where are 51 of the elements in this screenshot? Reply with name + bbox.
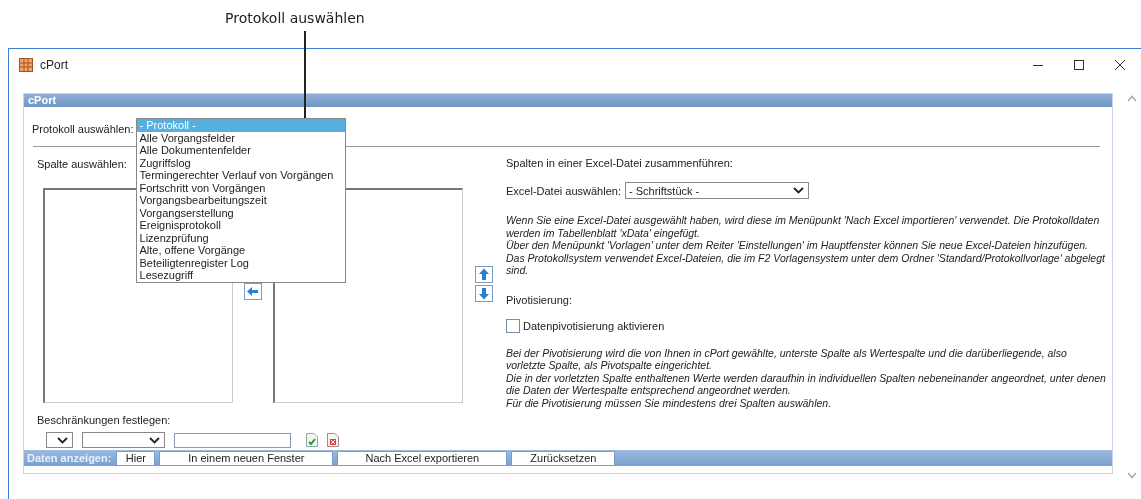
excel-file-select[interactable]: - Schriftstück - <box>624 182 809 199</box>
dropdown-option[interactable]: Zugriffslog <box>136 156 345 169</box>
panel-header: cPort <box>24 94 1112 107</box>
excel-file-label: Excel-Datei auswählen: <box>506 184 621 197</box>
scroll-down-icon[interactable] <box>1127 472 1137 479</box>
input-field[interactable] <box>174 432 291 448</box>
help-text: Die in der vorletzten Spalte enthaltenen Werte werden daraufhin in individuellen Spalten nebeneinander angeordnet, unter denen die Daten der Wertespalte entsprechend angeordnet werden. <box>506 371 1106 397</box>
chevron-icon <box>57 436 68 444</box>
column-label: Spalte auswählen: <box>37 158 127 170</box>
footer-button[interactable]: Zurücksetzen <box>511 450 616 466</box>
footer-button[interactable]: Hier <box>116 450 156 466</box>
help-text: Das Protokollsystem verwendet Excel-Dateien, die im F2 Vorlagensystem unter dem Ordner 'Standard/Protokollvorlage' abgelegt sind. <box>506 251 1106 277</box>
help-text: Wenn Sie eine Excel-Datei ausgewählt haben, wird diese im Menüpunkt 'Nach Excel importieren' verwendet. Die Protokolldaten werden im Tabellenblatt 'xData' eingefügt. <box>506 214 1101 239</box>
select-field[interactable] <box>46 432 73 448</box>
dropdown-option[interactable]: Vorgangserstellung <box>136 206 345 219</box>
protocol-label: Protokoll auswählen: <box>32 123 134 135</box>
close-icon[interactable] <box>1115 60 1125 70</box>
dropdown-option[interactable]: Fortschritt von Vorgängen <box>136 181 345 194</box>
footer-button[interactable]: Nach Excel exportieren <box>337 450 508 466</box>
help-text: Bei der Pivotisierung wird die von Ihnen in cPort gewählte, unterste Spalte als Wertespalte und die darüberliegende, also vorletzte Spalte, als Pivotspalte eingerichtet. <box>506 346 1068 372</box>
dropdown-option[interactable]: Beteiligtenregister Log <box>136 256 345 269</box>
checkbox[interactable] <box>506 318 520 333</box>
document-delete-icon[interactable] <box>327 433 339 447</box>
chevron-icon <box>149 436 160 444</box>
down-arrow-button[interactable] <box>475 285 493 302</box>
dropdown-option[interactable]: Alte, offene Vorgänge <box>136 244 345 257</box>
scroll-up-icon[interactable] <box>1127 95 1137 102</box>
chevron-icon <box>792 187 804 194</box>
footer-button[interactable]: In einem neuen Fenster <box>159 450 334 466</box>
merge-heading: Spalten in einer Excel-Datei zusammenführen: <box>506 157 733 169</box>
up-arrow-button[interactable] <box>475 266 493 283</box>
help-text: Über den Menüpunkt 'Vorlagen' unter dem Reiter 'Einstellungen' im Hauptfenster können Sie neue Excel-Dateien hinzufügen. <box>506 239 1089 252</box>
document-check-icon[interactable] <box>306 433 318 447</box>
dropdown-option[interactable]: Lizenzprüfung <box>136 231 345 244</box>
dropdown-option[interactable]: Ereignisprotokoll <box>136 219 345 232</box>
checkbox-label: Datenpivotisierung aktivieren <box>523 319 665 332</box>
dropdown-option[interactable]: Termingerechter Verlauf von Vorgängen <box>136 169 345 182</box>
window-title: cPort <box>40 58 68 72</box>
maximize-icon[interactable] <box>1074 60 1084 70</box>
footer-label: Daten anzeigen: <box>27 452 112 464</box>
left-arrow-button[interactable] <box>244 283 262 300</box>
dropdown-option[interactable]: Lesezugriff <box>136 269 345 282</box>
select-field[interactable] <box>82 432 165 448</box>
grid-icon <box>19 58 33 72</box>
dropdown-option[interactable]: Alle Dokumentenfelder <box>136 144 345 157</box>
callout-label: Protokoll auswählen <box>225 10 365 28</box>
pivot-heading: Pivotisierung: <box>506 293 573 306</box>
help-text: Für die Pivotisierung müssen Sie mindestens drei Spalten auswählen. <box>506 396 833 409</box>
dropdown-option[interactable]: Vorgangsbearbeitungszeit <box>136 194 345 207</box>
dropdown-option[interactable]: Alle Vorgangsfelder <box>136 131 345 144</box>
restrictions-label: Beschränkungen festlegen: <box>37 414 171 426</box>
